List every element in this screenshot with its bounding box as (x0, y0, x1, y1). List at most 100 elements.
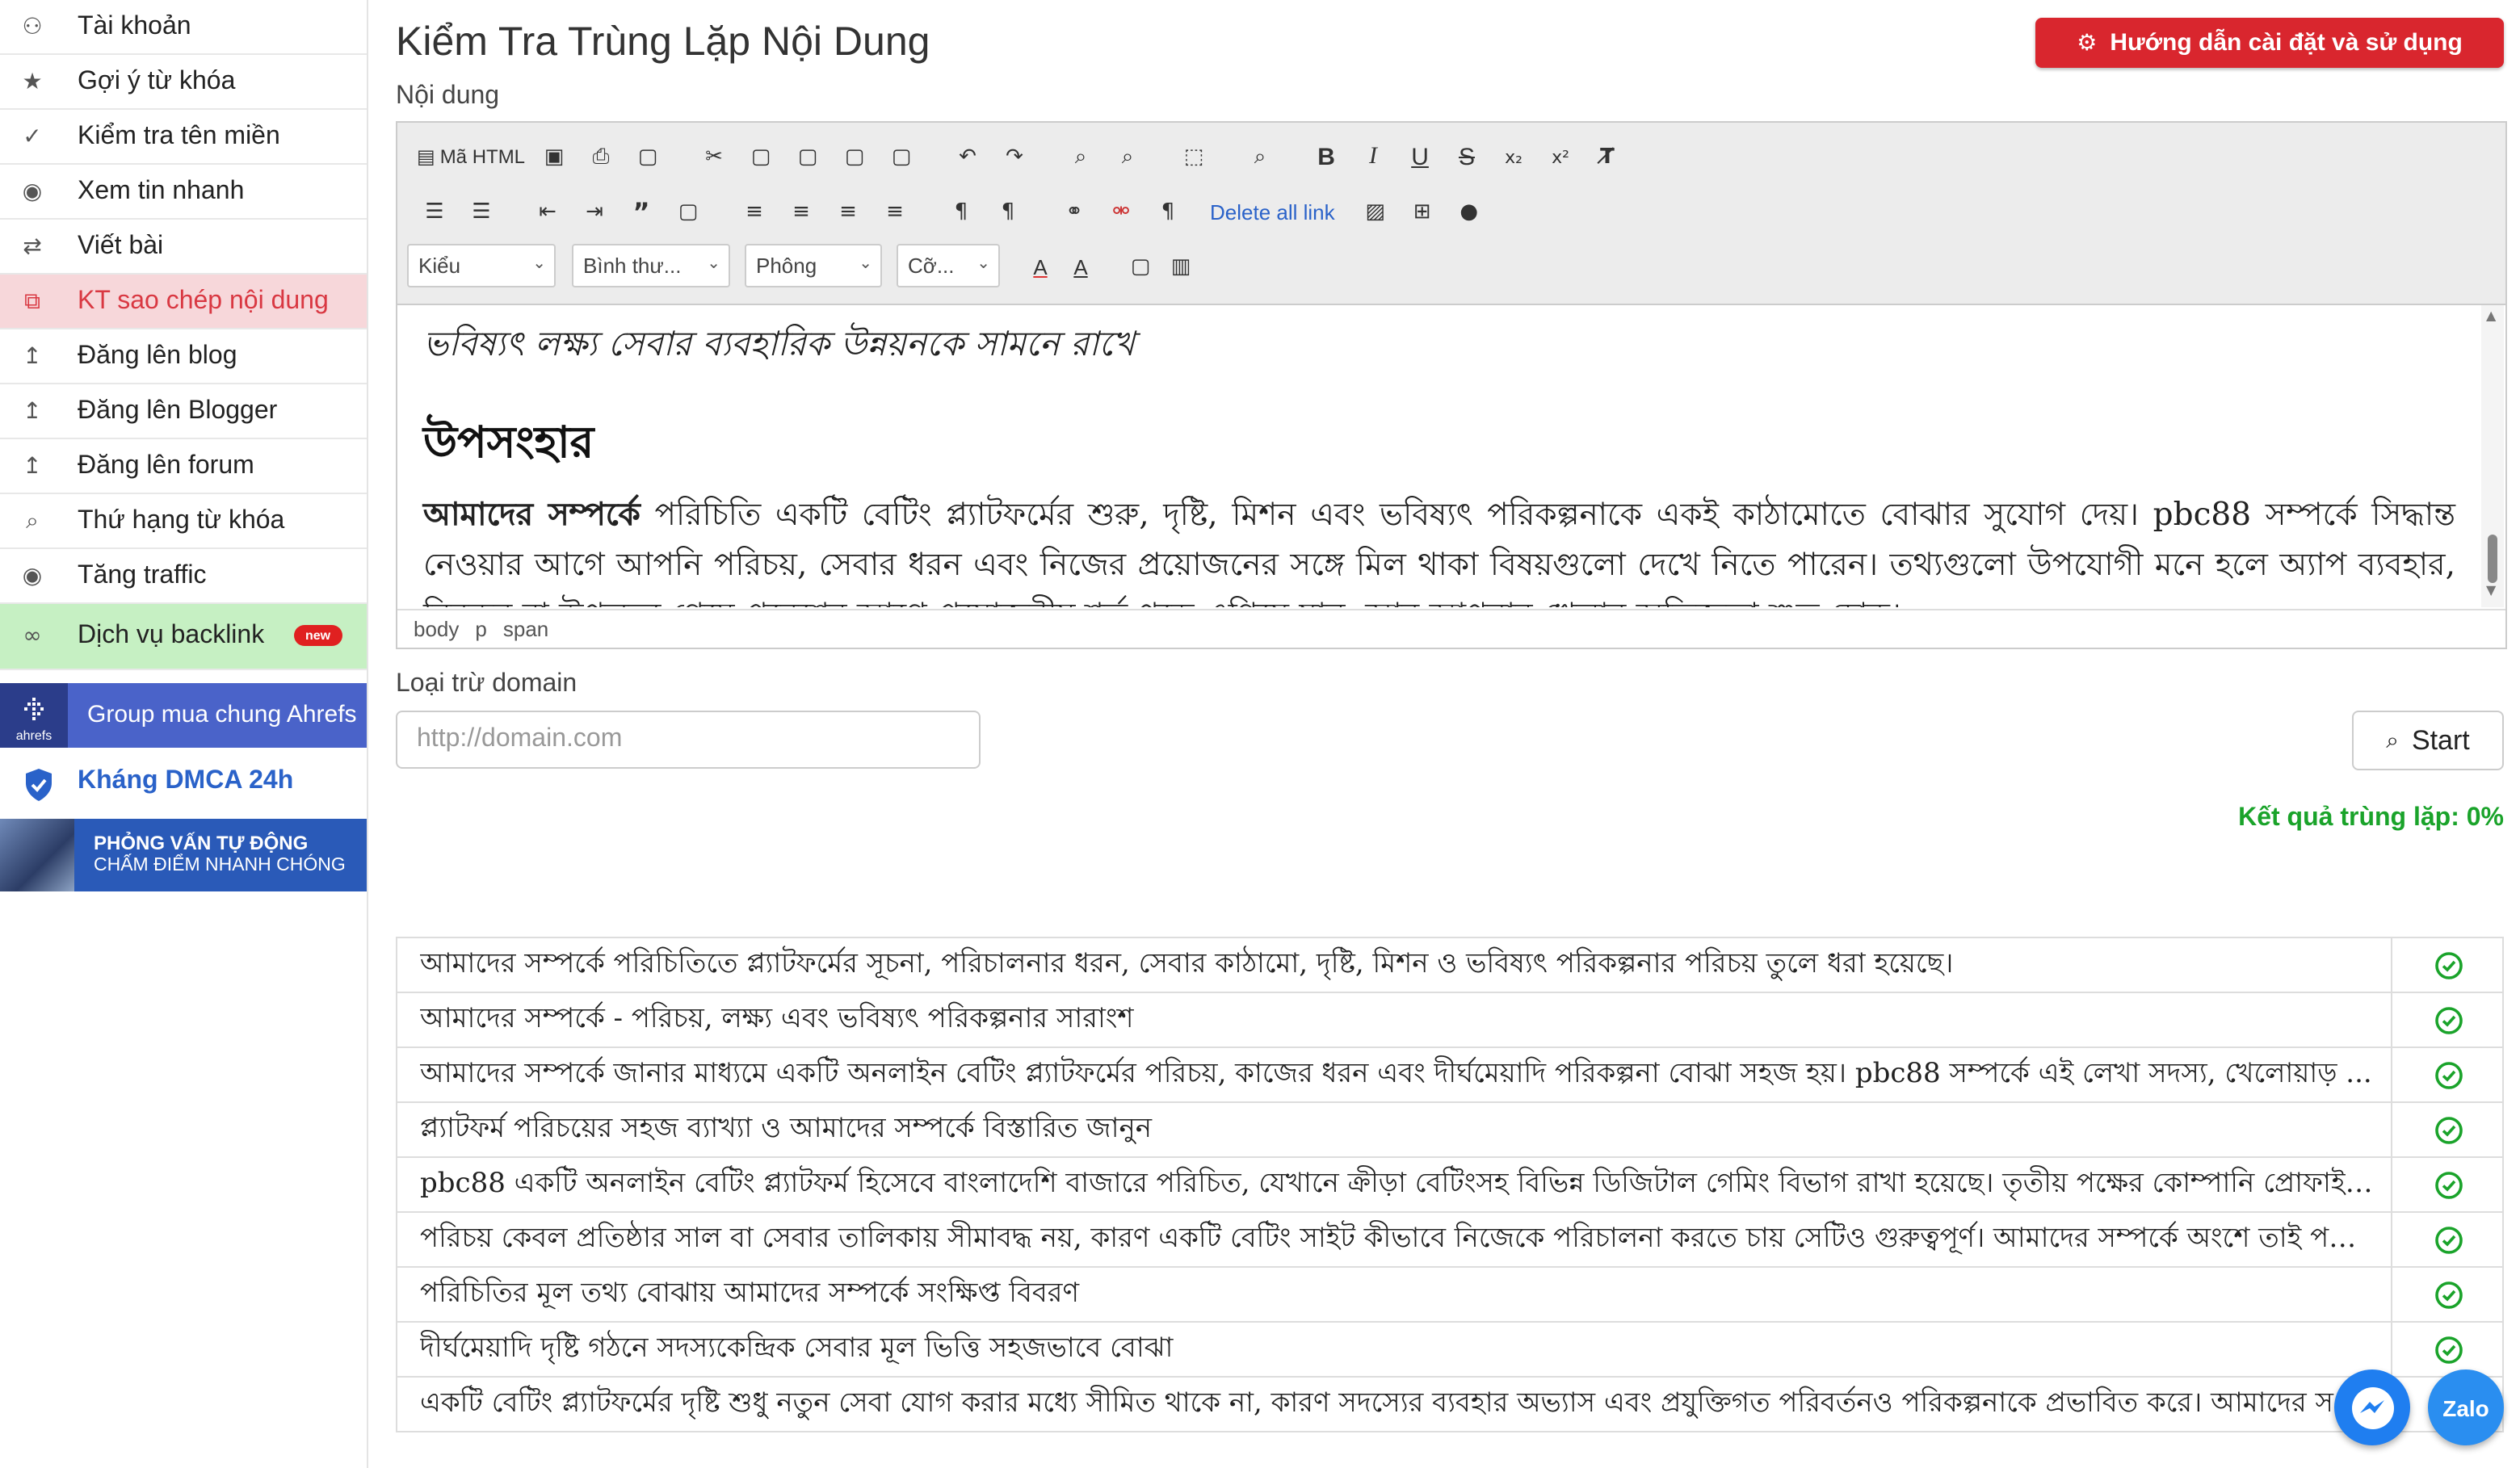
size-dropdown[interactable]: Cỡ... ⌄ (897, 244, 1000, 287)
path-span[interactable]: span (503, 616, 548, 640)
result-row: pbc88 একটি অনলাইন বেটিং প্ল্যাটফর্ম হিসে… (396, 1158, 2504, 1213)
ahrefs-logo-text: ahrefs (15, 728, 52, 743)
redo-icon[interactable]: ↷ (993, 137, 1035, 176)
check-icon: ✓ (23, 124, 42, 149)
result-text: প্ল্যাটফর্ম পরিচয়ের সহজ ব্যাখ্যা ও আমাদ… (420, 1113, 1153, 1145)
sidebar-item[interactable]: ★ Gợi ý từ khóa (0, 55, 367, 110)
align-left-icon[interactable]: ≡ (733, 192, 775, 231)
align-right-icon[interactable]: ≡ (827, 192, 869, 231)
select-all-icon[interactable]: ⬚ (1173, 137, 1215, 176)
sidebar-item[interactable]: ⌕ Thứ hạng từ khóa (0, 494, 367, 549)
delete-all-links-button[interactable]: Delete all link (1207, 192, 1338, 231)
guide-button[interactable]: ⚙ Hướng dẫn cài đặt và sử dụng (2035, 18, 2504, 68)
editor-italic-line: ভবিষ্যৎ লক্ষ্য সেবার ব্যবহারিক উন্নয়নকে… (423, 325, 1135, 363)
result-text: একটি বেটিং প্ল্যাটফর্মের দৃষ্টি শুধু নতু… (420, 1387, 2333, 1420)
scrollbar-thumb[interactable] (2488, 535, 2497, 583)
chevron-down-icon: ⌄ (976, 255, 990, 273)
remove-format-icon[interactable]: T̸ (1586, 137, 1628, 176)
font-dropdown[interactable]: Phông ⌄ (745, 244, 882, 287)
unlink-icon[interactable]: ⚮ (1100, 192, 1142, 231)
interview-line1: PHỎNG VẤN TỰ ĐỘNG (94, 832, 309, 854)
style-dropdown[interactable]: Kiểu ⌄ (407, 244, 556, 287)
sidebar-item[interactable]: ⧉ KT sao chép nội dung (0, 275, 367, 329)
bold-icon[interactable]: B (1305, 137, 1347, 176)
preview-icon[interactable]: ▣ (533, 137, 575, 176)
editor-content[interactable]: ভবিষ্যৎ লক্ষ্য সেবার ব্যবহারিক উন্নয়নকে… (397, 305, 2481, 607)
background-color-icon[interactable]: A (1060, 247, 1102, 286)
scroll-up-icon[interactable]: ▲ (2486, 308, 2496, 323)
eye-icon: ◉ (22, 178, 43, 204)
sidebar-item[interactable]: ◉ Xem tin nhanh (0, 165, 367, 220)
undo-icon[interactable]: ↶ (947, 137, 989, 176)
path-body[interactable]: body (414, 616, 459, 640)
spellcheck-icon[interactable]: ⌕ (1239, 137, 1281, 176)
size-dropdown-value: Cỡ... (908, 254, 955, 278)
source-button[interactable]: ▤ Mã HTML (414, 137, 528, 176)
print-icon[interactable]: ⎙ (580, 137, 622, 176)
exclude-domain-input[interactable] (396, 711, 981, 769)
scroll-down-icon[interactable]: ▼ (2486, 583, 2496, 598)
info-icon[interactable]: ● (1448, 192, 1490, 231)
sidebar-item[interactable]: ↥ Đăng lên forum (0, 439, 367, 494)
outdent-icon[interactable]: ⇤ (527, 192, 569, 231)
anchor-icon[interactable]: ¶ (1147, 192, 1189, 231)
sidebar-item[interactable]: ⚇ Tài khoản (0, 0, 367, 55)
document-icon: ▤ (417, 145, 435, 168)
check-circle-icon (2391, 1048, 2505, 1101)
bulleted-list-icon[interactable]: ☰ (460, 192, 502, 231)
div-container-icon[interactable]: ▢ (667, 192, 709, 231)
replace-icon[interactable]: ⌕ (1107, 137, 1149, 176)
page-title: Kiểm Tra Trùng Lặp Nội Dung (396, 19, 930, 65)
messenger-icon (2351, 1386, 2393, 1428)
sidebar-item[interactable]: ⇄ Viết bài (0, 220, 367, 275)
underline-icon[interactable]: U (1399, 137, 1441, 176)
ltr-icon[interactable]: ¶ (940, 192, 982, 231)
editor-heading: উপসংহার (423, 418, 594, 468)
upload-icon: ↥ (23, 398, 42, 424)
superscript-icon[interactable]: x² (1539, 137, 1581, 176)
table-icon[interactable]: ⊞ (1401, 192, 1443, 231)
result-row: আমাদের সম্পর্কে জানার মাধ্যমে একটি অনলাই… (396, 1048, 2504, 1103)
subscript-icon[interactable]: x₂ (1493, 137, 1535, 176)
messenger-button[interactable] (2334, 1369, 2410, 1445)
find-icon[interactable]: ⌕ (1060, 137, 1102, 176)
sidebar-item[interactable]: ∞ Dịch vụ backlink new (0, 604, 367, 670)
sidebar-item[interactable]: ◉ Tăng traffic (0, 549, 367, 604)
interview-banner[interactable]: PHỎNG VẤN TỰ ĐỘNG CHẤM ĐIỂM NHANH CHÓNG (0, 819, 367, 891)
blockquote-icon[interactable]: ” (620, 192, 662, 231)
result-text: পরিচয় কেবল প্রতিষ্ঠার সাল বা সেবার তালি… (420, 1223, 2375, 1255)
start-button[interactable]: ⌕ Start (2352, 711, 2504, 770)
cut-icon[interactable]: ✂ (693, 137, 735, 176)
template-icon[interactable]: ▢ (627, 137, 669, 176)
indent-icon[interactable]: ⇥ (573, 192, 615, 231)
result-row: দীর্ঘমেয়াদি দৃষ্টি গঠনে সদস্যকেন্দ্রিক … (396, 1323, 2504, 1378)
maximize-icon[interactable]: ▢ (1119, 247, 1161, 286)
format-dropdown[interactable]: Bình thư... ⌄ (572, 244, 730, 287)
ahrefs-banner[interactable]: ahrefs Group mua chung Ahrefs (0, 683, 367, 748)
paste-word-icon[interactable]: ▢ (880, 137, 922, 176)
source-button-label: Mã HTML (439, 145, 526, 168)
sidebar-item[interactable]: ↥ Đăng lên blog (0, 329, 367, 384)
text-color-icon[interactable]: A (1019, 247, 1061, 286)
strikethrough-icon[interactable]: S (1446, 137, 1488, 176)
zalo-button[interactable]: Zalo (2428, 1369, 2504, 1445)
paste-text-icon[interactable]: ▢ (834, 137, 876, 176)
align-center-icon[interactable]: ≡ (780, 192, 822, 231)
sidebar-item[interactable]: ✓ Kiểm tra tên miền (0, 110, 367, 165)
rtl-icon[interactable]: ¶ (987, 192, 1029, 231)
editor-scrollbar[interactable]: ▲ ▼ (2481, 305, 2504, 607)
copy-icon[interactable]: ▢ (740, 137, 782, 176)
link-icon[interactable]: ⚭ (1053, 192, 1095, 231)
sidebar-item[interactable]: ↥ Đăng lên Blogger (0, 384, 367, 439)
dmca-link[interactable]: Kháng DMCA 24h (0, 753, 367, 814)
path-p[interactable]: p (475, 616, 486, 640)
guide-button-label: Hướng dẫn cài đặt và sử dụng (2110, 29, 2463, 57)
format-dropdown-value: Bình thư... (583, 254, 682, 278)
numbered-list-icon[interactable]: ☰ (414, 192, 456, 231)
italic-icon[interactable]: I (1352, 137, 1394, 176)
image-icon[interactable]: ▨ (1354, 192, 1396, 231)
paste-icon[interactable]: ▢ (787, 137, 829, 176)
sidebar-item-label: KT sao chép nội dung (78, 287, 329, 314)
show-blocks-icon[interactable]: ▥ (1160, 247, 1202, 286)
align-justify-icon[interactable]: ≡ (874, 192, 916, 231)
